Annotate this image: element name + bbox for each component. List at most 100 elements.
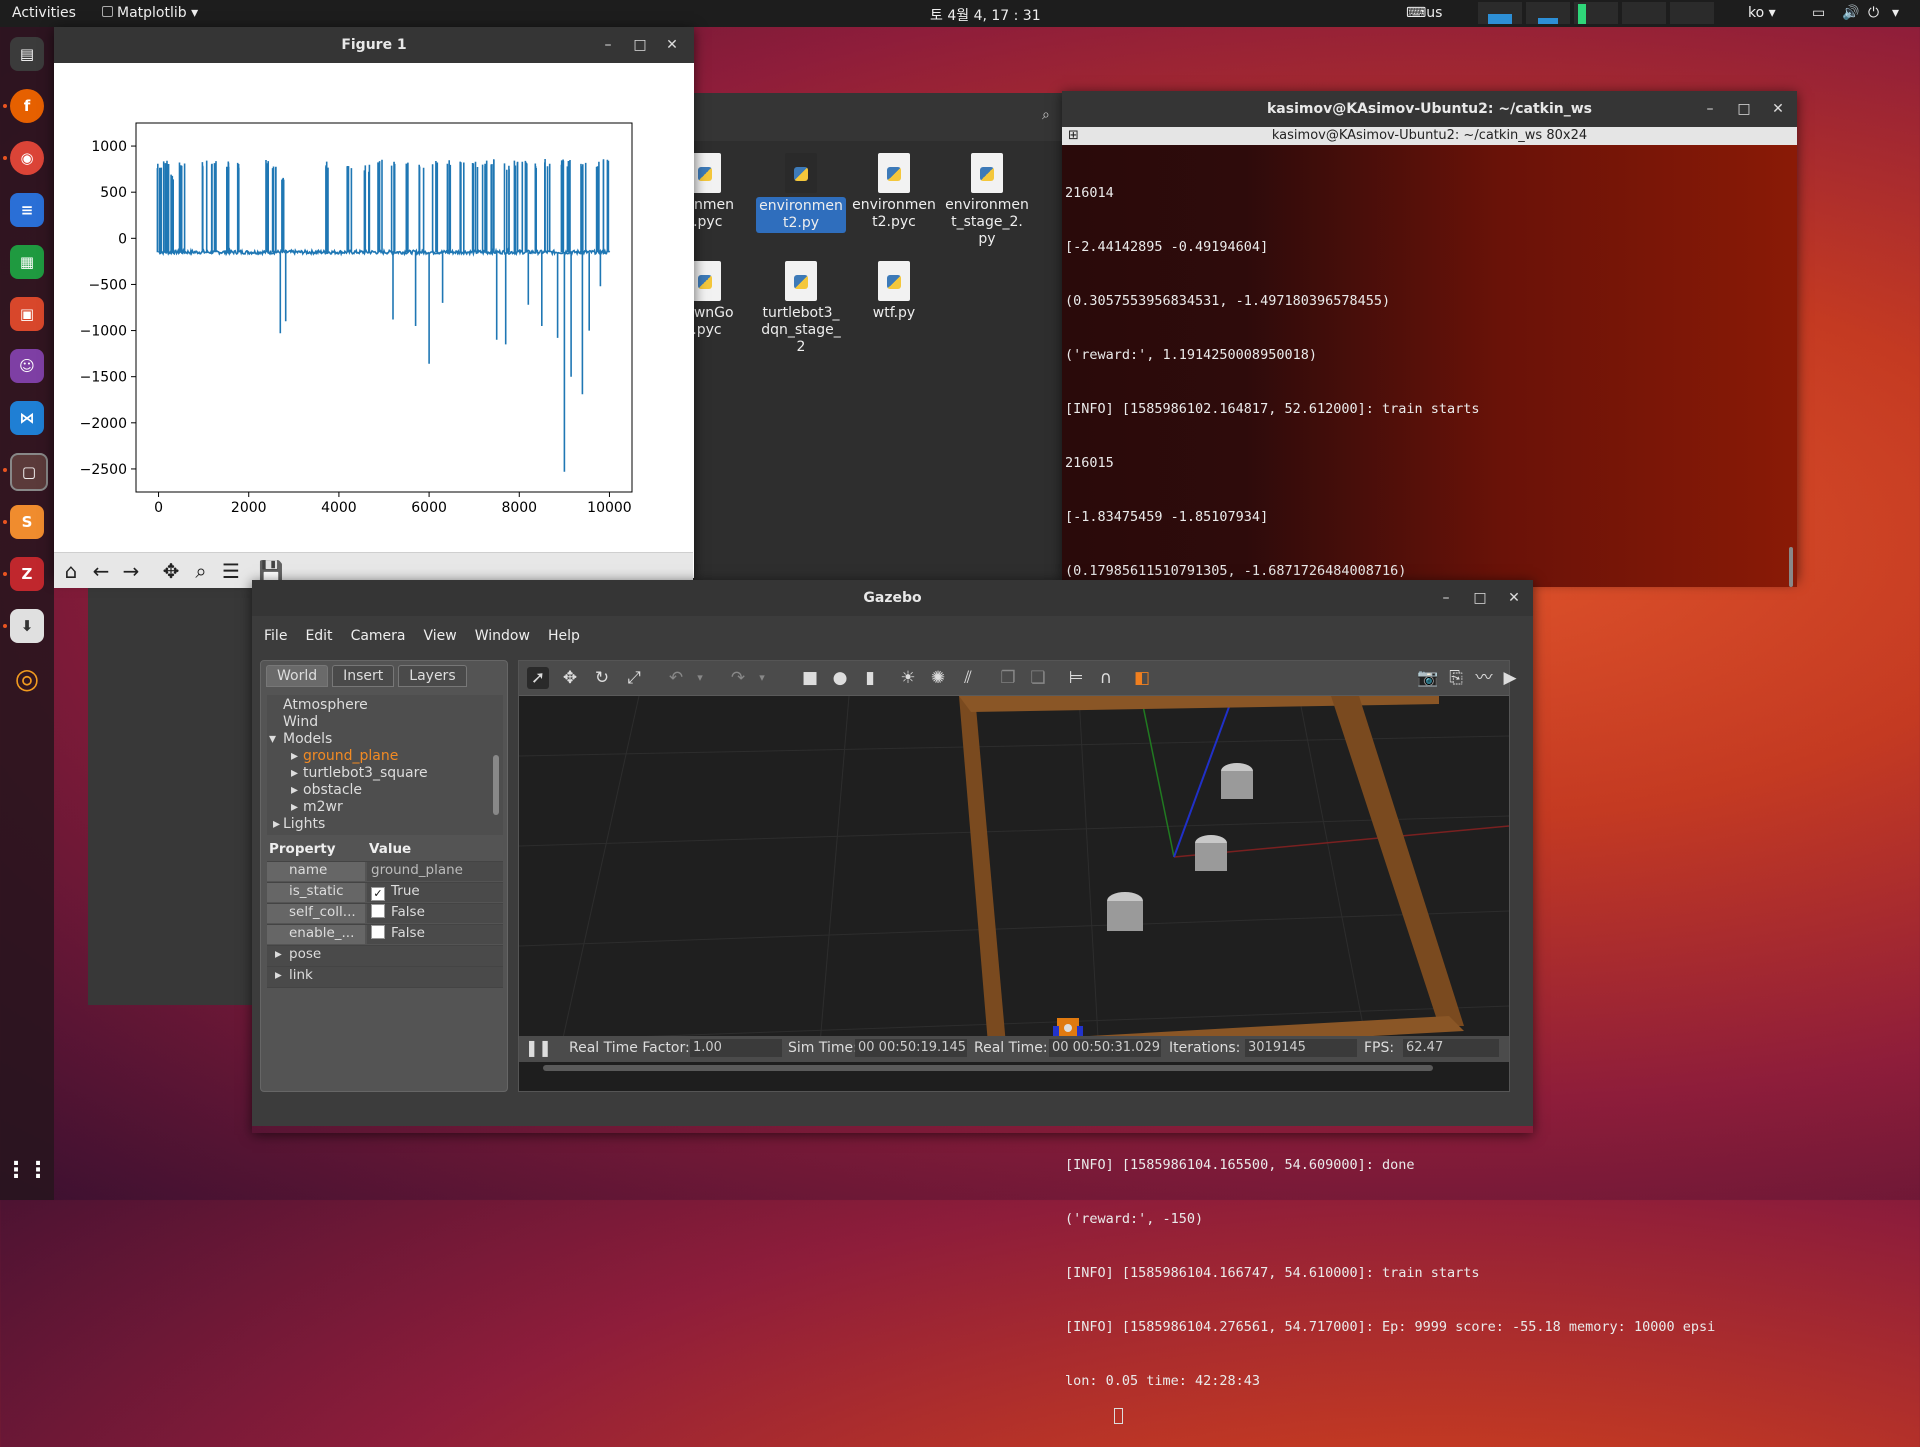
tree-item-wind[interactable]: Wind bbox=[283, 714, 318, 730]
files-icon[interactable]: ▢ bbox=[10, 453, 48, 491]
property-value[interactable]: ground_plane bbox=[367, 862, 503, 881]
show-apps-icon[interactable]: ⋮⋮ bbox=[5, 1153, 49, 1187]
chevron-right-icon[interactable]: ▸ bbox=[291, 799, 298, 815]
terminal-icon[interactable]: ▤ bbox=[10, 37, 44, 71]
filezilla-icon[interactable]: Z bbox=[10, 557, 44, 591]
tab-world[interactable]: World bbox=[266, 665, 329, 687]
activities-button[interactable]: Activities bbox=[12, 5, 76, 21]
property-group-link[interactable]: ▸ link bbox=[267, 967, 503, 988]
chevron-right-icon[interactable]: ▸ bbox=[291, 782, 298, 798]
snap-icon[interactable]: ∩ bbox=[1095, 667, 1117, 689]
chevron-right-icon[interactable]: ▸ bbox=[273, 816, 280, 832]
ubuntu-icon[interactable]: ◎ bbox=[10, 661, 44, 695]
search-icon[interactable]: ⌕ bbox=[1042, 107, 1050, 123]
align-icon[interactable]: ⊨ bbox=[1065, 667, 1087, 689]
figure-canvas[interactable]: 0 2000 4000 6000 8000 10000 1000 500 0 −500 −1000 −… bbox=[54, 63, 693, 552]
tree-item-m2wr[interactable]: m2wr bbox=[303, 799, 343, 815]
calc-icon[interactable]: ▦ bbox=[10, 245, 44, 279]
screenshot-icon[interactable]: 📷 bbox=[1417, 667, 1439, 689]
home-icon[interactable]: ⌂ bbox=[58, 558, 84, 584]
undo-icon[interactable]: ↶ bbox=[665, 667, 687, 689]
checkbox-checked[interactable]: ✓ bbox=[371, 887, 385, 901]
sphere-shape-icon[interactable]: ● bbox=[829, 667, 851, 689]
select-mode-icon[interactable]: ➚ bbox=[527, 667, 549, 689]
firefox-icon[interactable]: f bbox=[10, 89, 44, 123]
redo-icon[interactable]: ↷ bbox=[727, 667, 749, 689]
checkbox[interactable] bbox=[371, 904, 385, 918]
rotate-mode-icon[interactable]: ↻ bbox=[591, 667, 613, 689]
menu-file[interactable]: File bbox=[264, 628, 287, 644]
zoom-icon[interactable]: ⌕ bbox=[188, 558, 214, 584]
software-icon[interactable]: ⬇ bbox=[10, 609, 44, 643]
app-menu[interactable]: Matplotlib ▾ bbox=[102, 5, 198, 21]
chevron-right-icon[interactable]: ▸ bbox=[291, 765, 298, 781]
tree-item-obstacle[interactable]: obstacle bbox=[303, 782, 362, 798]
log-icon[interactable]: ⎘ bbox=[1445, 667, 1467, 689]
plot-icon[interactable]: 〰 bbox=[1473, 667, 1495, 689]
minimize-icon[interactable]: – bbox=[1700, 99, 1720, 119]
box-shape-icon[interactable]: ■ bbox=[799, 667, 821, 689]
impress-icon[interactable]: ▣ bbox=[10, 297, 44, 331]
close-icon[interactable]: ✕ bbox=[1504, 588, 1524, 608]
chevron-down-icon[interactable]: ▾ bbox=[1892, 5, 1899, 21]
power-icon[interactable]: ⏻ bbox=[1868, 5, 1879, 21]
property-row[interactable]: name ground_plane bbox=[267, 862, 503, 883]
cylinder-shape-icon[interactable]: ▮ bbox=[859, 667, 881, 689]
chevron-down-icon[interactable]: ▾ bbox=[689, 667, 711, 689]
net-monitor[interactable] bbox=[1574, 2, 1618, 24]
point-light-icon[interactable]: ☀ bbox=[897, 667, 919, 689]
chrome-icon[interactable]: ◉ bbox=[10, 141, 44, 175]
terminal-menu-icon[interactable]: ⊞ bbox=[1068, 127, 1079, 145]
tree-item-atmosphere[interactable]: Atmosphere bbox=[283, 697, 368, 713]
tree-item-turtlebot3-square[interactable]: turtlebot3_square bbox=[303, 765, 428, 781]
clock[interactable]: 토 4월 4, 17 : 31 bbox=[930, 5, 1041, 25]
directional-light-icon[interactable]: ⫽ bbox=[957, 667, 979, 689]
disk-monitor[interactable] bbox=[1670, 2, 1714, 24]
chevron-right-icon[interactable]: ▸ bbox=[291, 748, 298, 764]
terminal-scrollbar[interactable] bbox=[1789, 147, 1793, 587]
volume-icon[interactable]: 🔊 bbox=[1842, 5, 1859, 21]
3d-viewport[interactable] bbox=[519, 696, 1509, 1056]
menu-camera[interactable]: Camera bbox=[351, 628, 406, 644]
chevron-down-icon[interactable]: ▾ bbox=[751, 667, 773, 689]
back-icon[interactable]: ← bbox=[88, 558, 114, 584]
menu-edit[interactable]: Edit bbox=[305, 628, 332, 644]
translate-mode-icon[interactable]: ✥ bbox=[559, 667, 581, 689]
property-group-pose[interactable]: ▸ pose bbox=[267, 946, 503, 967]
keyboard-indicator[interactable]: ⌨us bbox=[1406, 5, 1442, 21]
property-row[interactable]: is_static ✓ True bbox=[267, 883, 503, 904]
file-item[interactable]: environmen t_stage_2. py bbox=[942, 153, 1032, 248]
view-angle-icon[interactable]: ◧ bbox=[1131, 667, 1153, 689]
tree-item-ground-plane[interactable]: ground_plane bbox=[303, 748, 398, 764]
copy-icon[interactable]: ❐ bbox=[997, 667, 1019, 689]
tree-item-models[interactable]: Models bbox=[283, 731, 332, 747]
spot-light-icon[interactable]: ✺ bbox=[927, 667, 949, 689]
file-item-selected[interactable]: environmen t2.py bbox=[756, 153, 846, 233]
horizontal-scrollbar[interactable] bbox=[543, 1065, 1433, 1071]
avatar-app-icon[interactable]: ☺ bbox=[10, 349, 44, 383]
forward-icon[interactable]: → bbox=[118, 558, 144, 584]
minimize-icon[interactable]: – bbox=[598, 35, 618, 55]
mem-monitor[interactable] bbox=[1526, 2, 1570, 24]
maximize-icon[interactable]: □ bbox=[1734, 99, 1754, 119]
paste-icon[interactable]: ❏ bbox=[1027, 667, 1049, 689]
menu-help[interactable]: Help bbox=[548, 628, 580, 644]
terminal-body[interactable]: ⊞ kasimov@KAsimov-Ubuntu2: ~/catkin_ws 8… bbox=[1062, 127, 1797, 1424]
record-video-icon[interactable]: ▶ bbox=[1499, 667, 1521, 689]
close-icon[interactable]: ✕ bbox=[662, 35, 682, 55]
sublime-icon[interactable]: S bbox=[10, 505, 44, 539]
writer-icon[interactable]: ≡ bbox=[10, 193, 44, 227]
language-indicator[interactable]: ko ▾ bbox=[1748, 5, 1776, 21]
window-icon[interactable]: ▭ bbox=[1812, 5, 1825, 21]
minimize-icon[interactable]: – bbox=[1436, 588, 1456, 608]
cpu-monitor[interactable] bbox=[1478, 2, 1522, 24]
property-row[interactable]: self_coll... False bbox=[267, 904, 503, 925]
pause-icon[interactable]: ❚❚ bbox=[525, 1038, 552, 1057]
configure-icon[interactable]: ☰ bbox=[218, 558, 244, 584]
menu-window[interactable]: Window bbox=[475, 628, 530, 644]
maximize-icon[interactable]: □ bbox=[1470, 588, 1490, 608]
close-icon[interactable]: ✕ bbox=[1768, 99, 1788, 119]
vscode-icon[interactable]: ⋈ bbox=[10, 401, 44, 435]
checkbox[interactable] bbox=[371, 925, 385, 939]
file-item[interactable]: environmen t2.pyc bbox=[849, 153, 939, 231]
